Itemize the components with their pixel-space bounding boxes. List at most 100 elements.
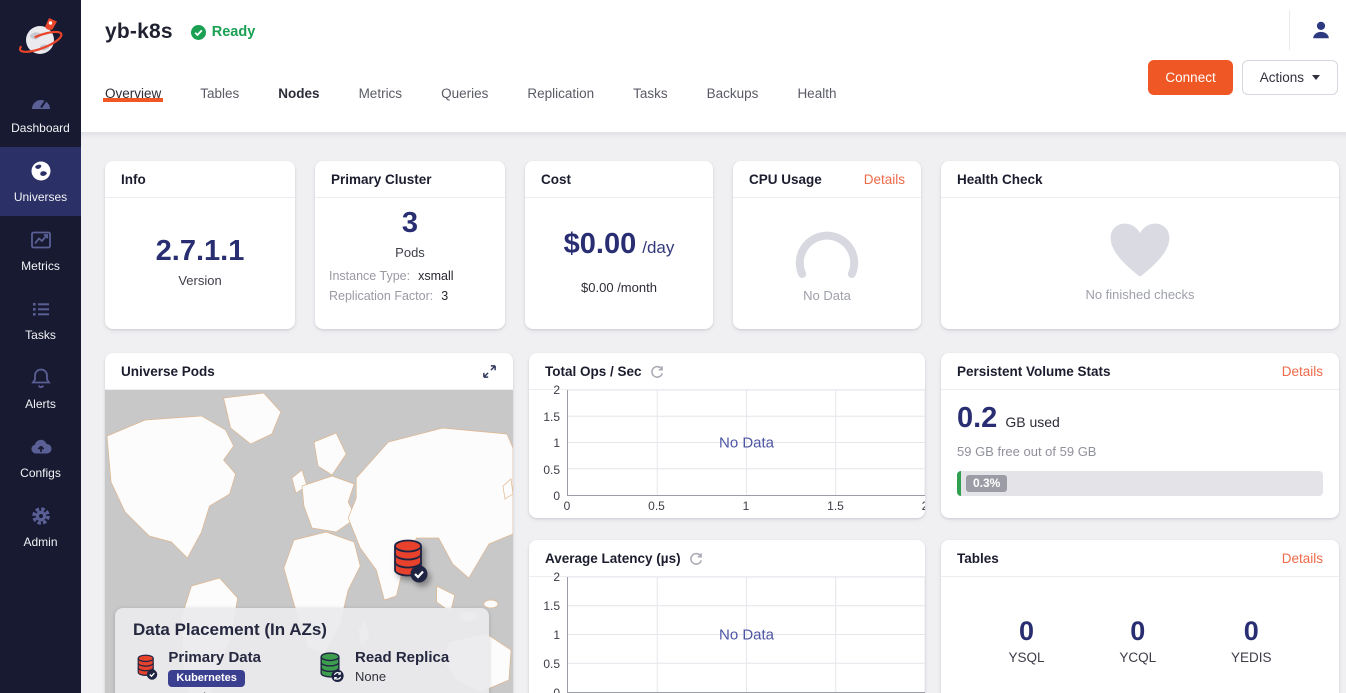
sidebar-item-configs[interactable]: Configs [0,423,81,492]
volume-used-value: 0.2 [957,403,997,435]
sidebar-item-alerts[interactable]: Alerts [0,354,81,423]
sidebar-item-universes[interactable]: Universes [0,147,81,216]
data-placement-legend: Data Placement (In AZs) [115,608,489,693]
sidebar-item-label: Alerts [25,397,56,411]
planet-rocket-icon [15,13,67,65]
yedis-stat: 0 YEDIS [1231,617,1272,666]
plot-area: No Data [567,390,925,496]
tab-nodes[interactable]: Nodes [278,48,319,132]
instance-type-label: Instance Type: [329,269,410,283]
world-map[interactable]: Data Placement (In AZs) [105,390,513,693]
overview-content: Info 2.7.1.1 Version Primary Cluster 3 P… [81,133,1346,693]
yedis-label: YEDIS [1231,650,1272,665]
tab-metrics[interactable]: Metrics [359,48,403,132]
kubernetes-badge: Kubernetes [168,670,245,687]
sidebar-item-label: Tasks [25,328,56,342]
legend-title: Data Placement (In AZs) [133,620,471,640]
volume-percent-badge: 0.3% [966,475,1007,492]
status-label: Ready [212,24,256,40]
main-area: yb-k8s Ready Overview [81,0,1346,693]
cpu-usage-card: CPU Usage Details No Data [733,161,921,329]
line-chart-icon [29,228,53,252]
heart-icon [1110,223,1170,278]
plot-area: No Data [567,577,925,693]
volume-used-unit: GB used [1005,414,1059,430]
card-title: Persistent Volume Stats [957,364,1111,379]
cpu-empty-text: No Data [803,288,851,303]
actions-dropdown[interactable]: Actions [1242,60,1338,95]
refresh-icon[interactable] [650,365,664,379]
check-circle-icon [191,25,206,40]
total-ops-chart-card: Total Ops / Sec 21.510.50 [529,353,925,518]
yugabyte-logo[interactable] [0,0,81,78]
primary-cluster-card: Primary Cluster 3 Pods Instance Type: xs… [315,161,505,329]
tab-overview[interactable]: Overview [105,48,161,132]
tab-queries[interactable]: Queries [441,48,488,132]
connect-button[interactable]: Connect [1148,60,1232,95]
legend-primary-data: Primary Data Kubernetes 1 Region, 3 AZS,… [133,649,289,693]
tab-tables[interactable]: Tables [200,48,239,132]
health-empty-text: No finished checks [1085,287,1194,302]
card-title: Primary Cluster [331,172,432,187]
tab-tasks[interactable]: Tasks [633,48,668,132]
universe-tabs: Overview Tables Nodes Metrics Queries Re… [105,48,836,132]
yedis-count: 0 [1244,617,1259,647]
persistent-volume-card: Persistent Volume Stats Details 0.2 GB u… [941,353,1339,518]
cost-card: Cost $0.00 /day $0.00 /month [525,161,713,329]
legend-read-replica: Read Replica None [315,649,471,693]
sidebar-item-admin[interactable]: Admin [0,492,81,561]
sidebar-item-label: Configs [20,466,61,480]
info-card: Info 2.7.1.1 Version [105,161,295,329]
sidebar-item-label: Universes [14,190,67,204]
user-icon [1310,19,1332,41]
average-latency-chart-card: Average Latency (µs) 21.510.50 [529,540,925,693]
card-title: Health Check [957,172,1043,187]
tab-replication[interactable]: Replication [527,48,594,132]
gauge-icon [29,90,53,114]
card-title: Cost [541,172,571,187]
cpu-details-link[interactable]: Details [864,172,905,187]
sidebar-item-tasks[interactable]: Tasks [0,285,81,354]
user-menu[interactable] [1289,10,1332,50]
tables-details-link[interactable]: Details [1282,551,1323,566]
sidebar-item-metrics[interactable]: Metrics [0,216,81,285]
page-title: yb-k8s [105,20,173,44]
cloud-icon [29,435,53,459]
pods-label: Pods [395,245,425,260]
cost-per-day-unit: /day [642,238,674,258]
refresh-icon[interactable] [689,552,703,566]
universe-pods-card: Universe Pods [105,353,513,693]
cost-per-month: $0.00 /month [581,280,657,295]
gauge-arc-icon [779,221,875,279]
pods-count: 3 [402,208,418,240]
bell-icon [29,366,53,390]
primary-data-label: Primary Data [168,649,289,666]
ycql-count: 0 [1130,617,1145,647]
universe-header: yb-k8s Ready Overview [81,0,1346,133]
sidebar-item-label: Admin [23,535,57,549]
chart-title: Total Ops / Sec [545,364,642,379]
expand-icon[interactable] [482,364,497,379]
ysql-stat: 0 YSQL [1008,617,1044,666]
card-title: Info [121,172,146,187]
volume-progress-fill [957,471,961,496]
card-title: CPU Usage [749,172,822,187]
app-root: Dashboard Universes Metrics [0,0,1346,693]
ycql-stat: 0 YCQL [1119,617,1156,666]
replication-factor-label: Replication Factor: [329,289,433,303]
tab-health[interactable]: Health [797,48,836,132]
primary-data-icon [133,649,158,685]
volume-progress-bar: 0.3% [957,471,1323,496]
y-axis-ticks: 21.510.50 [537,577,567,693]
sidebar: Dashboard Universes Metrics [0,0,81,693]
chart-empty-text: No Data [719,434,774,451]
status-badge: Ready [191,24,256,40]
ycql-label: YCQL [1119,650,1156,665]
sidebar-item-dashboard[interactable]: Dashboard [0,78,81,147]
tab-backups[interactable]: Backups [707,48,759,132]
primary-data-map-marker[interactable] [386,536,430,591]
volume-details-link[interactable]: Details [1282,364,1323,379]
x-axis-ticks: 00.511.52 [567,496,925,514]
ysql-label: YSQL [1008,650,1044,665]
replication-factor-value: 3 [441,289,448,303]
